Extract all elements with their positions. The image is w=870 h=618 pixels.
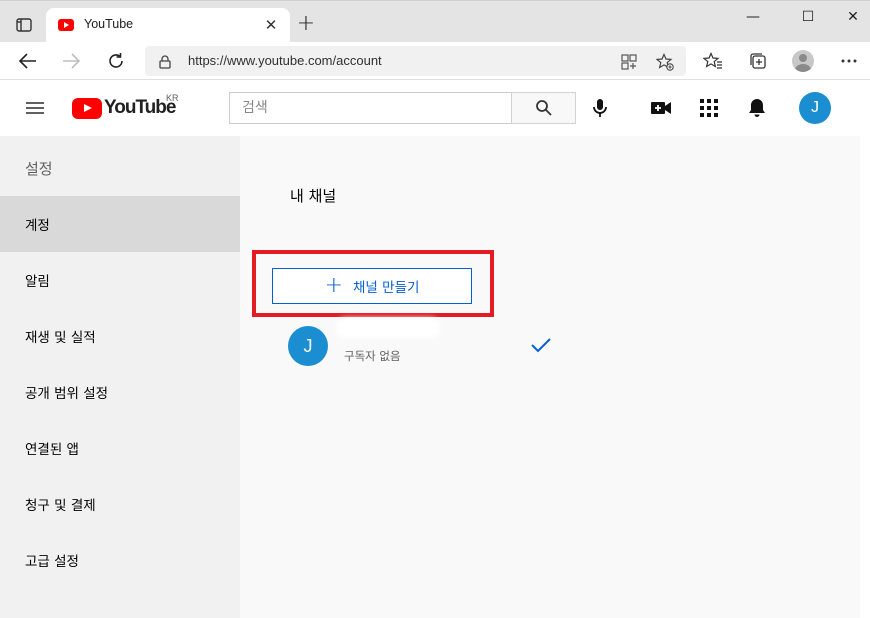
tab-title: YouTube xyxy=(84,17,134,31)
close-tab-icon[interactable]: ✕ xyxy=(262,16,280,34)
back-icon[interactable] xyxy=(15,48,41,74)
sidebar-item-label: 연결된 앱 xyxy=(25,442,79,458)
refresh-icon[interactable] xyxy=(103,48,129,74)
sidebar-item-notifications[interactable]: 알림 xyxy=(0,252,240,308)
create-channel-button[interactable]: + 채널 만들기 xyxy=(272,268,472,304)
add-favorite-icon[interactable] xyxy=(655,52,675,72)
country-code: KR xyxy=(166,93,179,103)
logo-text: YouTube xyxy=(104,97,176,118)
youtube-play-icon xyxy=(72,97,102,119)
more-options-icon[interactable] xyxy=(836,48,862,74)
search-icon xyxy=(535,100,552,116)
sidebar-item-billing[interactable]: 청구 및 결제 xyxy=(0,476,240,532)
youtube-masthead: YouTube KR J xyxy=(0,80,860,136)
tab-actions-icon[interactable] xyxy=(10,13,38,37)
channel-avatar[interactable]: J xyxy=(288,326,328,366)
sidebar-item-connected-apps[interactable]: 연결된 앱 xyxy=(0,420,240,476)
settings-sidebar: 설정 계정 알림 재생 및 실적 공개 범위 설정 연결된 앱 청구 및 결제 … xyxy=(0,136,240,618)
sidebar-item-label: 청구 및 결제 xyxy=(25,498,96,514)
page-edge xyxy=(860,80,870,618)
create-video-icon[interactable] xyxy=(649,96,673,120)
microphone-icon[interactable] xyxy=(588,96,612,120)
profile-icon[interactable] xyxy=(790,48,816,74)
youtube-favicon-icon xyxy=(58,19,74,31)
browser-toolbar: https://www.youtube.com/account xyxy=(0,42,870,80)
youtube-logo[interactable]: YouTube xyxy=(72,96,176,120)
new-tab-button[interactable]: + xyxy=(294,13,318,37)
sidebar-item-account[interactable]: 계정 xyxy=(0,196,240,252)
sidebar-item-label: 알림 xyxy=(25,274,50,290)
lock-icon[interactable] xyxy=(159,54,171,73)
sidebar-item-label: 계정 xyxy=(25,218,50,234)
checkmark-icon xyxy=(530,336,554,356)
plus-icon: + xyxy=(324,273,344,298)
sidebar-item-privacy[interactable]: 공개 범위 설정 xyxy=(0,364,240,420)
my-channel-title: 내 채널 xyxy=(290,187,337,205)
sidebar-item-label: 재생 및 실적 xyxy=(25,330,96,346)
url-text[interactable]: https://www.youtube.com/account xyxy=(188,53,382,68)
account-main-content: 내 채널 + 채널 만들기 J 구독자 없음 xyxy=(240,136,861,618)
maximize-button[interactable]: ☐ xyxy=(785,5,831,29)
account-avatar[interactable]: J xyxy=(799,92,831,124)
close-window-button[interactable]: ✕ xyxy=(830,5,870,29)
sidebar-item-label: 고급 설정 xyxy=(25,554,79,570)
forward-icon xyxy=(58,48,84,74)
channel-subscriber-count: 구독자 없음 xyxy=(344,349,401,363)
channel-name-redacted xyxy=(340,322,436,334)
menu-icon[interactable] xyxy=(24,97,46,119)
search-button[interactable] xyxy=(511,92,576,124)
favorites-icon[interactable] xyxy=(700,48,726,74)
sidebar-heading: 설정 xyxy=(25,160,53,178)
search-box[interactable] xyxy=(229,92,512,124)
sidebar-item-playback[interactable]: 재생 및 실적 xyxy=(0,308,240,364)
notifications-bell-icon[interactable] xyxy=(745,96,769,120)
sidebar-item-advanced[interactable]: 고급 설정 xyxy=(0,532,240,588)
minimize-button[interactable]: — xyxy=(730,5,776,29)
create-channel-label: 채널 만들기 xyxy=(353,280,420,296)
search-input[interactable] xyxy=(230,93,512,123)
browser-tab-youtube[interactable]: YouTube ✕ xyxy=(46,8,290,43)
apps-icon[interactable] xyxy=(697,96,721,120)
browser-tab-strip: YouTube ✕ + — ☐ ✕ xyxy=(0,0,870,43)
address-bar[interactable]: https://www.youtube.com/account xyxy=(145,46,686,76)
collections-icon[interactable] xyxy=(745,48,771,74)
sidebar-item-label: 공개 범위 설정 xyxy=(25,386,109,402)
app-available-icon[interactable] xyxy=(619,52,639,72)
